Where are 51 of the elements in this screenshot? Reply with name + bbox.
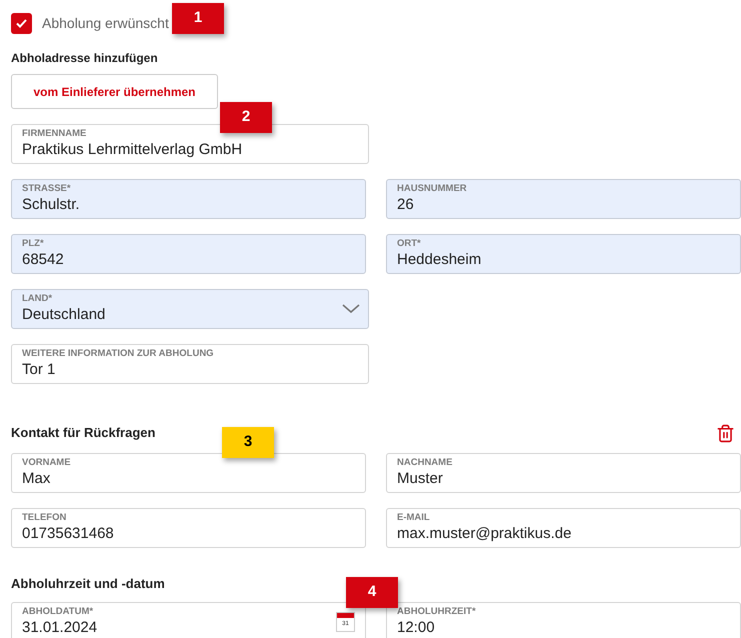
input-field[interactable]: ABHOLUHRZEIT* 12:00 bbox=[386, 602, 741, 638]
field-value: 12:00 bbox=[397, 618, 435, 638]
input-field[interactable]: STRASSE* Schulstr. bbox=[11, 179, 366, 219]
input-field[interactable]: PLZ* 68542 bbox=[11, 234, 366, 274]
checkmark-icon bbox=[16, 18, 27, 28]
field-value: 01735631468 bbox=[22, 524, 114, 544]
field-value: 26 bbox=[397, 195, 414, 215]
field-label: STRASSE* bbox=[22, 183, 71, 195]
field-label: VORNAME bbox=[22, 457, 71, 469]
field-label: HAUSNUMMER bbox=[397, 183, 467, 195]
input-field[interactable]: VORNAME Max bbox=[11, 453, 366, 493]
chevron-down-icon bbox=[342, 304, 360, 314]
section-heading: Kontakt für Rückfragen bbox=[11, 424, 156, 442]
country-select[interactable]: LAND* Deutschland bbox=[11, 289, 369, 329]
field-label: FIRMENNAME bbox=[22, 128, 86, 140]
field-label: WEITERE INFORMATION ZUR ABHOLUNG bbox=[22, 348, 214, 360]
checkbox[interactable] bbox=[11, 12, 32, 34]
input-field[interactable]: NACHNAME Muster bbox=[386, 453, 741, 493]
field-value: Max bbox=[22, 469, 50, 489]
field-value: Muster bbox=[397, 469, 443, 489]
input-field[interactable]: HAUSNUMMER 26 bbox=[386, 179, 741, 219]
input-field[interactable]: FIRMENNAME Praktikus Lehrmittelverlag GmbH bbox=[11, 124, 369, 164]
section-heading: Abholadresse hinzufügen bbox=[11, 50, 158, 67]
step-badge: 1 bbox=[172, 3, 224, 34]
field-value: Heddesheim bbox=[397, 250, 482, 270]
section-heading: Abholuhrzeit und -datum bbox=[11, 575, 165, 593]
field-value: 68542 bbox=[22, 250, 64, 270]
input-field[interactable]: E-MAIL max.muster@praktikus.de bbox=[386, 508, 741, 548]
field-value: Deutschland bbox=[22, 305, 106, 325]
field-label: TELEFON bbox=[22, 512, 66, 524]
field-label: ORT* bbox=[397, 238, 421, 250]
step-badge: 4 bbox=[346, 577, 398, 608]
checkbox-label: Abholung erwünscht bbox=[42, 14, 169, 33]
field-label: NACHNAME bbox=[397, 457, 452, 469]
field-label: ABHOLUHRZEIT* bbox=[397, 606, 476, 618]
field-label: LAND* bbox=[22, 293, 52, 305]
input-field[interactable]: WEITERE INFORMATION ZUR ABHOLUNG Tor 1 bbox=[11, 344, 369, 384]
field-value: Tor 1 bbox=[22, 360, 56, 380]
field-value: 31.01.2024 bbox=[22, 618, 98, 638]
field-value: Schulstr. bbox=[22, 195, 80, 215]
field-label: PLZ* bbox=[22, 238, 44, 250]
input-field[interactable]: ORT* Heddesheim bbox=[386, 234, 741, 274]
input-field[interactable]: TELEFON 01735631468 bbox=[11, 508, 366, 548]
step-badge: 3 bbox=[222, 427, 274, 458]
trash-icon[interactable] bbox=[716, 424, 735, 442]
copy-address-button[interactable]: vom Einlieferer übernehmen bbox=[11, 74, 218, 109]
field-label: E-MAIL bbox=[397, 512, 430, 524]
step-badge: 2 bbox=[220, 102, 272, 133]
field-value: Praktikus Lehrmittelverlag GmbH bbox=[22, 140, 242, 160]
field-value: max.muster@praktikus.de bbox=[397, 524, 572, 544]
field-label: ABHOLDATUM* bbox=[22, 606, 94, 618]
